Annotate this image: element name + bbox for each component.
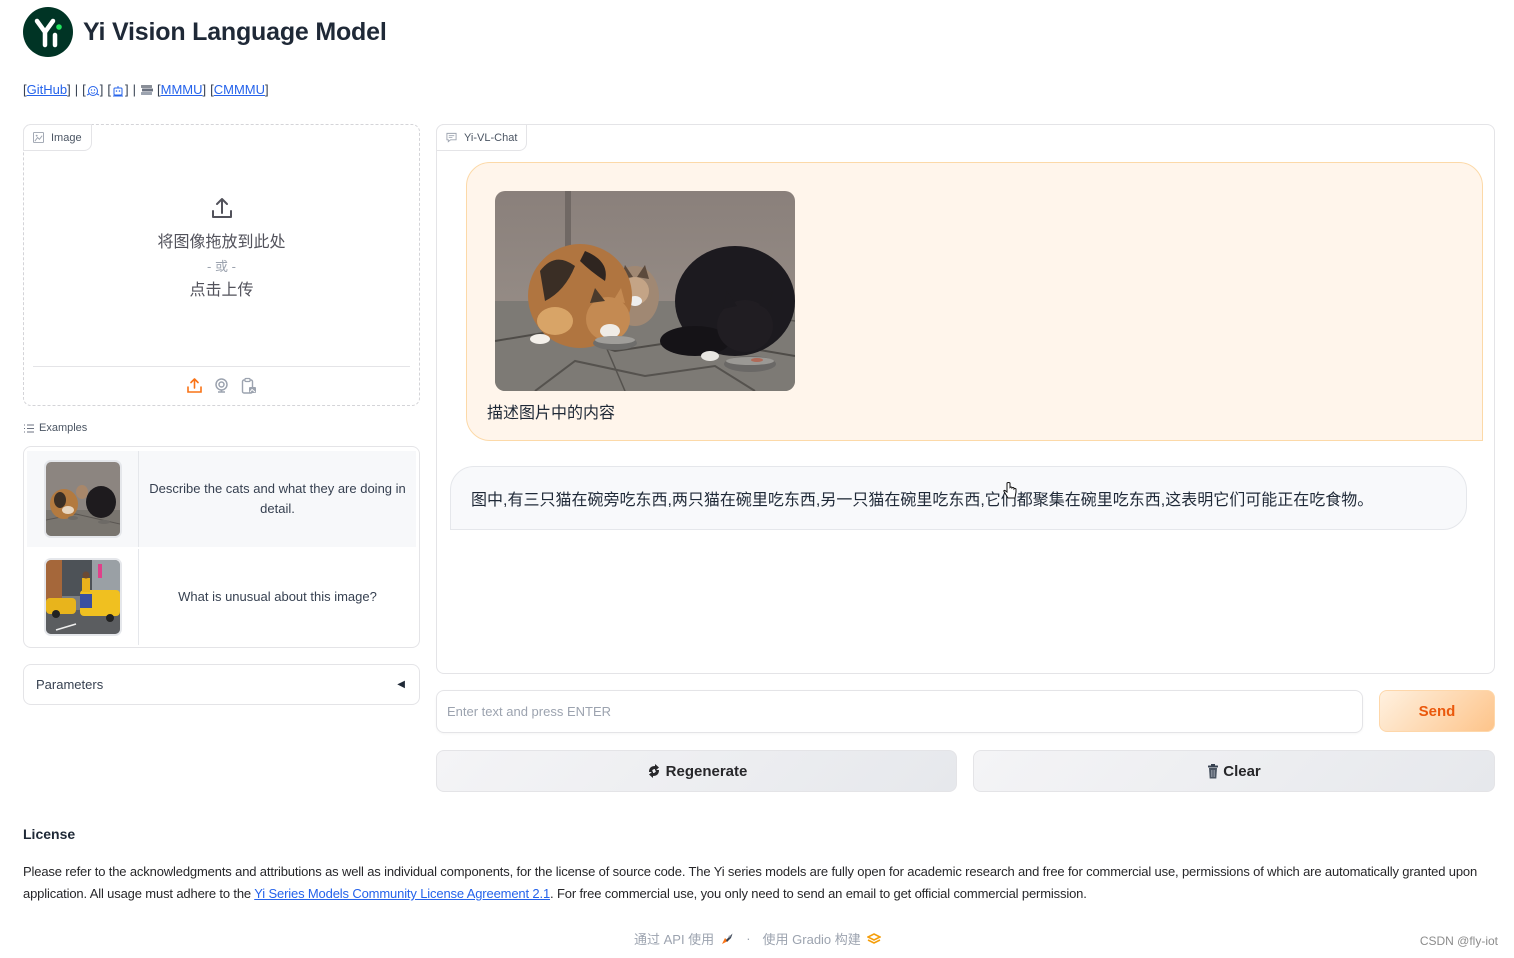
- examples-label: Examples: [24, 422, 87, 434]
- license-heading: License: [23, 826, 76, 842]
- github-link[interactable]: GitHub: [27, 82, 67, 97]
- source-selector: [33, 366, 410, 404]
- footer: 通过 API 使用 · 使用 Gradio 构建: [634, 929, 881, 948]
- bracket: ]: [265, 82, 269, 97]
- gradio-link[interactable]: 使用 Gradio 构建: [763, 929, 861, 948]
- rocket-icon: [722, 933, 733, 944]
- clear-label: Clear: [1223, 762, 1261, 780]
- license-text: Please refer to the acknowledgments and …: [23, 861, 1503, 905]
- license-text-part: . For free commercial use, you only need…: [550, 886, 1087, 901]
- list-icon: [24, 424, 34, 432]
- resource-links: [GitHub] | [] [] | [MMMU] [CMMMU]: [23, 82, 269, 97]
- regenerate-button[interactable]: Regenerate: [436, 750, 957, 792]
- huggingface-link[interactable]: [86, 82, 100, 97]
- upload-icon[interactable]: [186, 377, 203, 394]
- collapse-arrow-icon[interactable]: ◀: [397, 679, 405, 690]
- webcam-icon[interactable]: [213, 377, 230, 394]
- image-icon: [33, 132, 44, 143]
- license-agreement-link[interactable]: Yi Series Models Community License Agree…: [254, 886, 550, 901]
- footer-separator: ·: [746, 931, 751, 946]
- bracket: ]: [99, 82, 104, 97]
- mmmu-link[interactable]: MMMU: [161, 82, 203, 97]
- example-image-cell: [27, 549, 139, 645]
- image-upload-dropzone[interactable]: Image 将图像拖放到此处 - 或 - 点击上传: [23, 124, 420, 406]
- bot-message: 图中,有三只猫在碗旁吃东西,两只猫在碗里吃东西,另一只猫在碗里吃东西,它们都聚集…: [450, 466, 1467, 530]
- cmmmu-link[interactable]: CMMMU: [214, 82, 265, 97]
- example-thumbnail-taxi: [43, 558, 122, 636]
- examples-label-text: Examples: [39, 422, 88, 434]
- regenerate-icon: [648, 764, 659, 778]
- huggingface-icon: [86, 85, 99, 96]
- page-title: Yi Vision Language Model: [83, 17, 387, 46]
- parameters-label: Parameters: [36, 677, 104, 692]
- example-prompt: What is unusual about this image?: [178, 589, 377, 604]
- yi-logo-icon: [23, 7, 73, 57]
- chat-label-text: Yi-VL-Chat: [464, 131, 518, 144]
- send-button[interactable]: Send: [1379, 690, 1495, 732]
- clear-button[interactable]: Clear: [973, 750, 1495, 792]
- books-icon: [141, 84, 153, 95]
- bracket: ]: [202, 82, 207, 97]
- example-row[interactable]: What is unusual about this image?: [27, 549, 416, 645]
- separator: |: [74, 82, 79, 97]
- image-block-label: Image: [23, 124, 92, 151]
- csdn-watermark: CSDN @fly-iot: [1419, 934, 1498, 948]
- example-row[interactable]: Describe the cats and what they are doin…: [27, 451, 416, 547]
- chat-icon: [446, 132, 457, 143]
- examples-table: Describe the cats and what they are doin…: [23, 446, 420, 648]
- bracket: ]: [124, 82, 129, 97]
- drop-text: 将图像拖放到此处: [157, 234, 286, 251]
- app-header: Yi Vision Language Model: [23, 7, 387, 57]
- modelscope-link[interactable]: [111, 82, 125, 97]
- regenerate-label: Regenerate: [665, 762, 748, 780]
- message-input[interactable]: [436, 690, 1363, 733]
- bot-message-text: 图中,有三只猫在碗旁吃东西,两只猫在碗里吃东西,另一只猫在碗里吃东西,它们都聚集…: [471, 492, 1374, 509]
- separator: |: [132, 82, 136, 97]
- user-message-text: 描述图片中的内容: [487, 405, 616, 422]
- upload-arrow-icon: [211, 198, 232, 218]
- modelscope-icon: [112, 85, 123, 97]
- upload-prompt[interactable]: 将图像拖放到此处 - 或 - 点击上传: [24, 195, 419, 303]
- parameters-accordion[interactable]: Parameters ◀: [23, 664, 420, 705]
- or-text: - 或 -: [207, 259, 236, 274]
- gradio-logo-icon: [866, 932, 881, 944]
- trash-icon: [1208, 763, 1219, 778]
- example-thumbnail-cats: [43, 460, 122, 538]
- example-prompt: Describe the cats and what they are doin…: [149, 481, 406, 516]
- chat-block-label: Yi-VL-Chat: [436, 124, 528, 151]
- api-link[interactable]: 通过 API 使用: [634, 929, 714, 948]
- clipboard-icon[interactable]: [240, 377, 257, 394]
- example-image-cell: [27, 451, 139, 547]
- click-upload-text: 点击上传: [189, 282, 254, 299]
- user-message-image: [495, 191, 795, 391]
- chatbot-panel: Yi-VL-Chat 描述图片中的内容 图中,有三只猫在碗旁吃东西,两只猫在碗里…: [436, 124, 1495, 674]
- bracket: ]: [67, 82, 71, 97]
- image-label-text: Image: [51, 131, 82, 144]
- hand-cursor-icon: [1003, 482, 1017, 499]
- user-message: 描述图片中的内容: [466, 162, 1483, 441]
